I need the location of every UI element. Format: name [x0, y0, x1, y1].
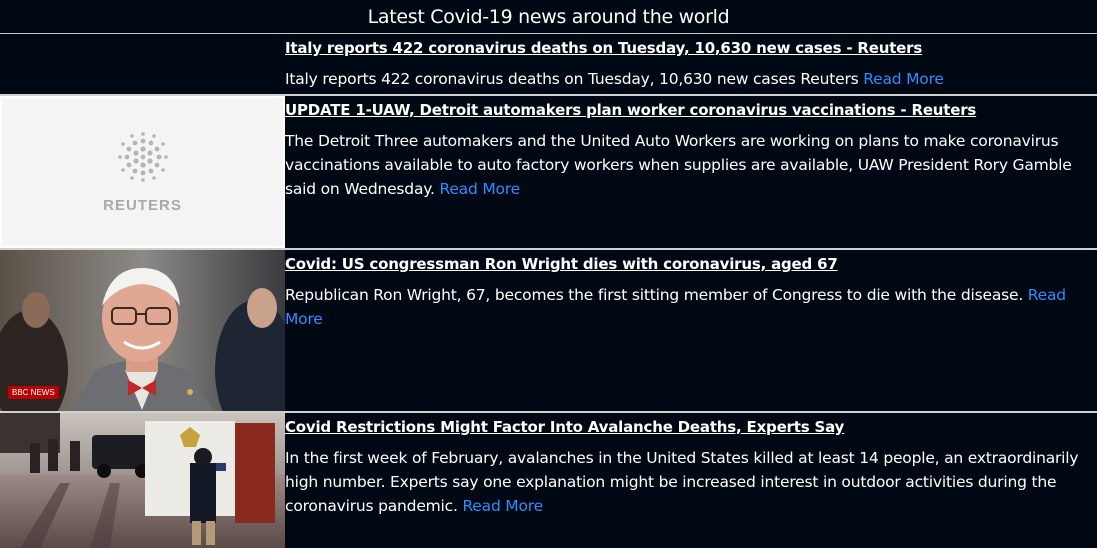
news-headline-link[interactable]: UPDATE 1-UAW, Detroit automakers plan wo… — [285, 101, 1083, 119]
reuters-wordmark: REUTERS — [103, 196, 182, 214]
news-description: The Detroit Three automakers and the Uni… — [285, 129, 1083, 201]
read-more-link[interactable]: Read More — [439, 180, 520, 198]
news-item: REUTERS UPDATE 1-UAW, Detroit automakers… — [0, 96, 1097, 250]
news-description: Republican Ron Wright, 67, becomes the f… — [285, 283, 1083, 331]
news-content: Covid: US congressman Ron Wright dies wi… — [285, 250, 1097, 411]
news-description: Italy reports 422 coronavirus deaths on … — [285, 67, 1083, 91]
news-content: Covid Restrictions Might Factor Into Ava… — [285, 413, 1097, 548]
news-thumbnail-photo[interactable] — [0, 413, 285, 548]
news-description-text: In the first week of February, avalanche… — [285, 449, 1079, 515]
read-more-link[interactable]: Read More — [863, 70, 944, 88]
reuters-logo-icon — [117, 131, 168, 182]
page-title: Latest Covid-19 news around the world — [0, 0, 1097, 34]
news-headline-link[interactable]: Covid Restrictions Might Factor Into Ava… — [285, 418, 1083, 436]
news-content: UPDATE 1-UAW, Detroit automakers plan wo… — [285, 96, 1097, 248]
news-description-text: The Detroit Three automakers and the Uni… — [285, 132, 1072, 198]
bbc-news-badge: BBC NEWS — [8, 386, 59, 399]
news-thumbnail-photo[interactable]: BBC NEWS — [0, 250, 285, 411]
news-headline-link[interactable]: Covid: US congressman Ron Wright dies wi… — [285, 255, 1083, 273]
news-description-text: Republican Ron Wright, 67, becomes the f… — [285, 286, 1028, 304]
news-item: Covid Restrictions Might Factor Into Ava… — [0, 413, 1097, 548]
news-content: Italy reports 422 coronavirus deaths on … — [285, 34, 1097, 94]
news-thumbnail-reuters[interactable]: REUTERS — [0, 96, 285, 248]
news-thumbnail-empty — [0, 34, 285, 94]
news-description: In the first week of February, avalanche… — [285, 446, 1083, 518]
bbc-badge-text: BBC NEWS — [12, 388, 55, 397]
news-item: Italy reports 422 coronavirus deaths on … — [0, 34, 1097, 96]
news-item: BBC NEWS Covid: US congressman Ron Wrigh… — [0, 250, 1097, 413]
rescue-scene-photo — [0, 413, 285, 548]
news-headline-link[interactable]: Italy reports 422 coronavirus deaths on … — [285, 39, 1083, 57]
read-more-link[interactable]: Read More — [462, 497, 543, 515]
news-description-text: Italy reports 422 coronavirus deaths on … — [285, 70, 864, 88]
